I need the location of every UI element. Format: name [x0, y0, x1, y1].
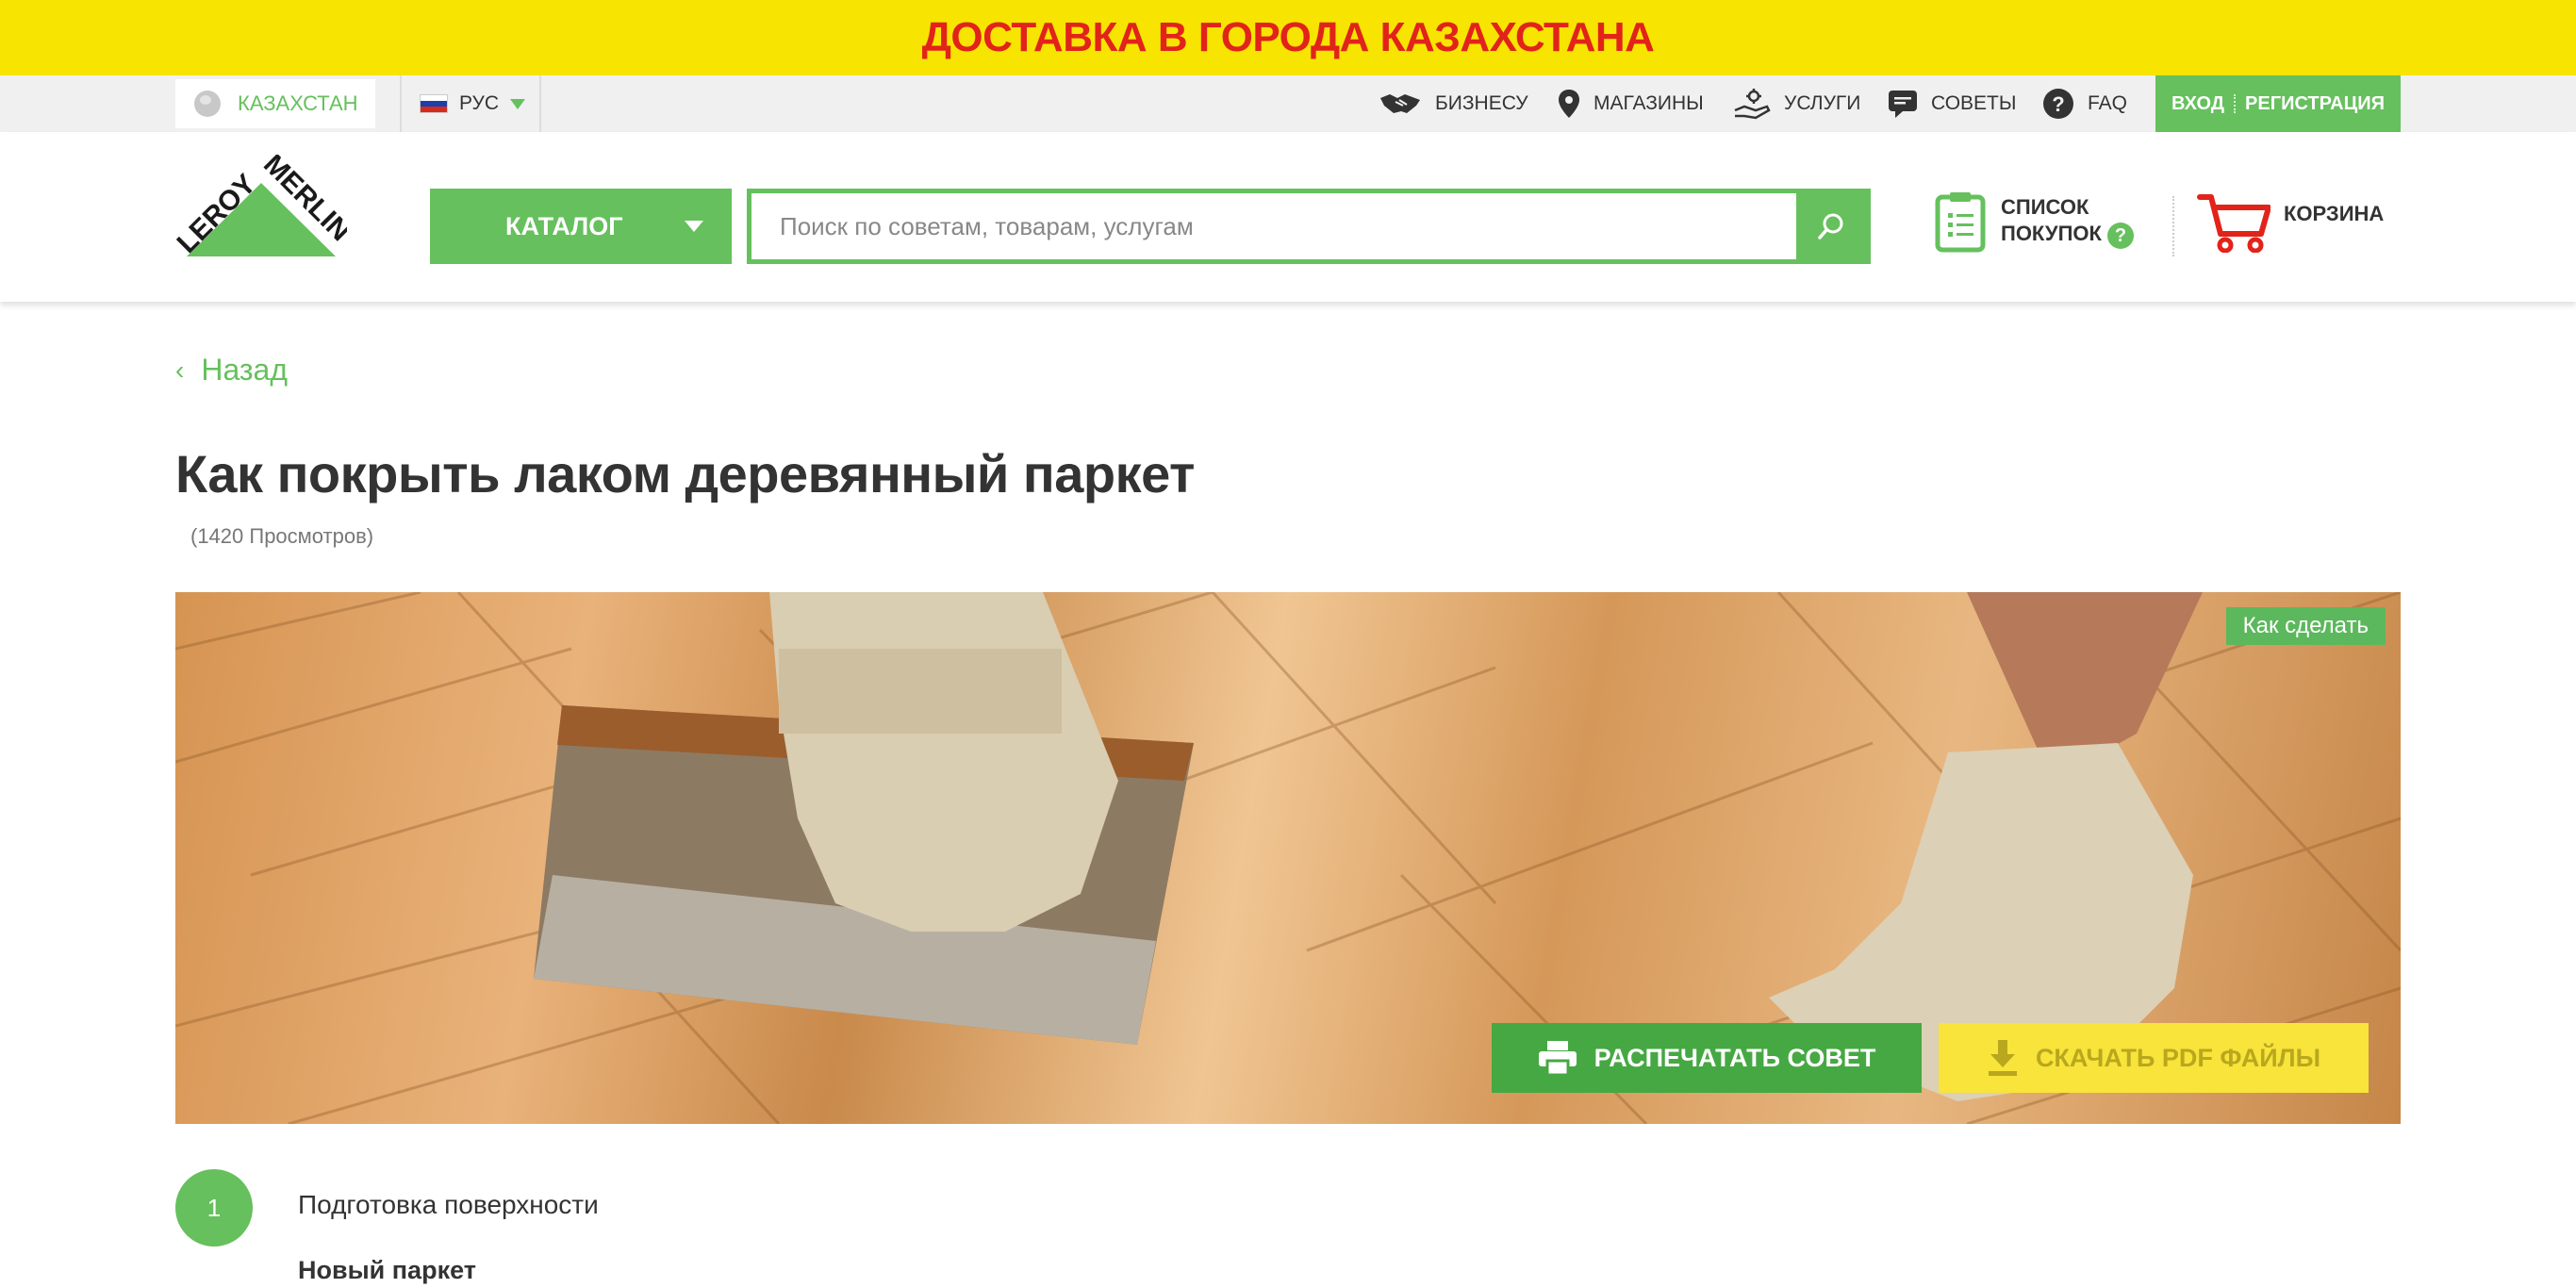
chevron-left-icon: ‹ — [175, 355, 185, 385]
step-title: Подготовка поверхности — [298, 1190, 599, 1219]
view-count: (1420 Просмотров) — [190, 524, 374, 548]
divider — [400, 75, 402, 132]
clipboard-list-icon — [1935, 192, 1986, 253]
shopping-list-label: СПИСОК ПОКУПОК? — [2001, 194, 2134, 249]
handshake-icon — [1380, 94, 1420, 113]
step-subheading: Новый паркет — [298, 1256, 476, 1284]
map-pin-icon — [1559, 90, 1579, 118]
language-label: РУС — [459, 92, 500, 114]
shopping-list-line1: СПИСОК — [2001, 195, 2089, 220]
region-label: КАЗАХСТАН — [238, 91, 358, 115]
login-link[interactable]: ВХОД — [2171, 93, 2224, 115]
nav-label: FAQ — [2088, 92, 2128, 114]
printer-icon — [1538, 1041, 1577, 1076]
back-label: Назад — [201, 353, 289, 387]
cart[interactable]: КОРЗИНА — [2197, 192, 2384, 253]
nav-faq[interactable]: ? FAQ — [2042, 75, 2127, 132]
catalog-button[interactable]: КАТАЛОГ — [430, 189, 732, 264]
shopping-list[interactable]: СПИСОК ПОКУПОК? — [1935, 190, 2134, 253]
shopping-list-line2: ПОКУПОК — [2001, 222, 2102, 246]
step-number-badge: 1 — [175, 1169, 253, 1247]
help-icon[interactable]: ? — [2106, 222, 2134, 249]
globe-icon — [194, 91, 221, 117]
nav-tips[interactable]: СОВЕТЫ — [1888, 75, 2016, 132]
search-button[interactable] — [1796, 193, 1866, 259]
divider — [539, 75, 541, 132]
cart-label: КОРЗИНА — [2284, 202, 2385, 225]
login-register[interactable]: ВХОД РЕГИСТРАЦИЯ — [2155, 75, 2401, 132]
download-icon — [1988, 1040, 2017, 1076]
divider — [2234, 94, 2237, 113]
russian-flag-icon — [420, 94, 448, 113]
services-hand-icon — [1734, 89, 1771, 120]
page-title: Как покрыть лаком деревянный паркет — [175, 444, 1195, 504]
hero-image: Как сделать РАСПЕЧАТАТЬ СОВЕТ СКАЧАТЬ PD… — [175, 592, 2401, 1124]
nav-business[interactable]: БИЗНЕСУ — [1379, 75, 1528, 132]
print-tip-button[interactable]: РАСПЕЧАТАТЬ СОВЕТ — [1492, 1023, 1922, 1093]
region-selector[interactable]: КАЗАХСТАН — [175, 79, 375, 128]
promo-banner[interactable]: ДОСТАВКА В ГОРОДА КАЗАХСТАНА — [0, 0, 2576, 75]
register-link[interactable]: РЕГИСТРАЦИЯ — [2245, 93, 2385, 115]
back-link[interactable]: ‹ Назад — [175, 353, 288, 388]
divider — [2172, 196, 2174, 256]
category-tag[interactable]: Как сделать — [2225, 607, 2386, 645]
pdf-label: СКАЧАТЬ PDF ФАЙЛЫ — [2035, 1043, 2321, 1072]
nav-stores[interactable]: МАГАЗИНЫ — [1558, 75, 1704, 132]
search-box — [747, 189, 1871, 264]
question-circle-icon: ? — [2043, 89, 2073, 119]
chevron-down-icon — [685, 221, 703, 232]
leroy-merlin-logo[interactable]: LEROY MERLIN — [175, 155, 347, 268]
chevron-down-icon — [510, 98, 526, 109]
language-selector[interactable]: РУС — [420, 75, 526, 132]
nav-services[interactable]: УСЛУГИ — [1733, 75, 1860, 132]
chat-bubble-icon — [1889, 91, 1917, 118]
nav-label: МАГАЗИНЫ — [1593, 92, 1704, 114]
svg-text:?: ? — [2052, 92, 2064, 116]
nav-label: БИЗНЕСУ — [1435, 92, 1528, 114]
search-icon — [1818, 213, 1843, 239]
download-pdf-button[interactable]: СКАЧАТЬ PDF ФАЙЛЫ — [1939, 1023, 2369, 1093]
search-input[interactable] — [751, 193, 1794, 259]
main-header: LEROY MERLIN КАТАЛОГ СПИСОК ПОКУПОК? — [0, 132, 2576, 302]
print-label: РАСПЕЧАТАТЬ СОВЕТ — [1593, 1043, 1876, 1072]
nav-label: СОВЕТЫ — [1931, 92, 2017, 114]
promo-text: ДОСТАВКА В ГОРОДА КАЗАХСТАНА — [921, 14, 1655, 60]
catalog-label: КАТАЛОГ — [505, 211, 623, 240]
nav-label: УСЛУГИ — [1784, 92, 1861, 114]
top-utility-bar: КАЗАХСТАН РУС БИЗНЕСУ МАГАЗИНЫ УСЛУГИ СО… — [0, 75, 2576, 132]
cart-icon — [2197, 194, 2271, 253]
